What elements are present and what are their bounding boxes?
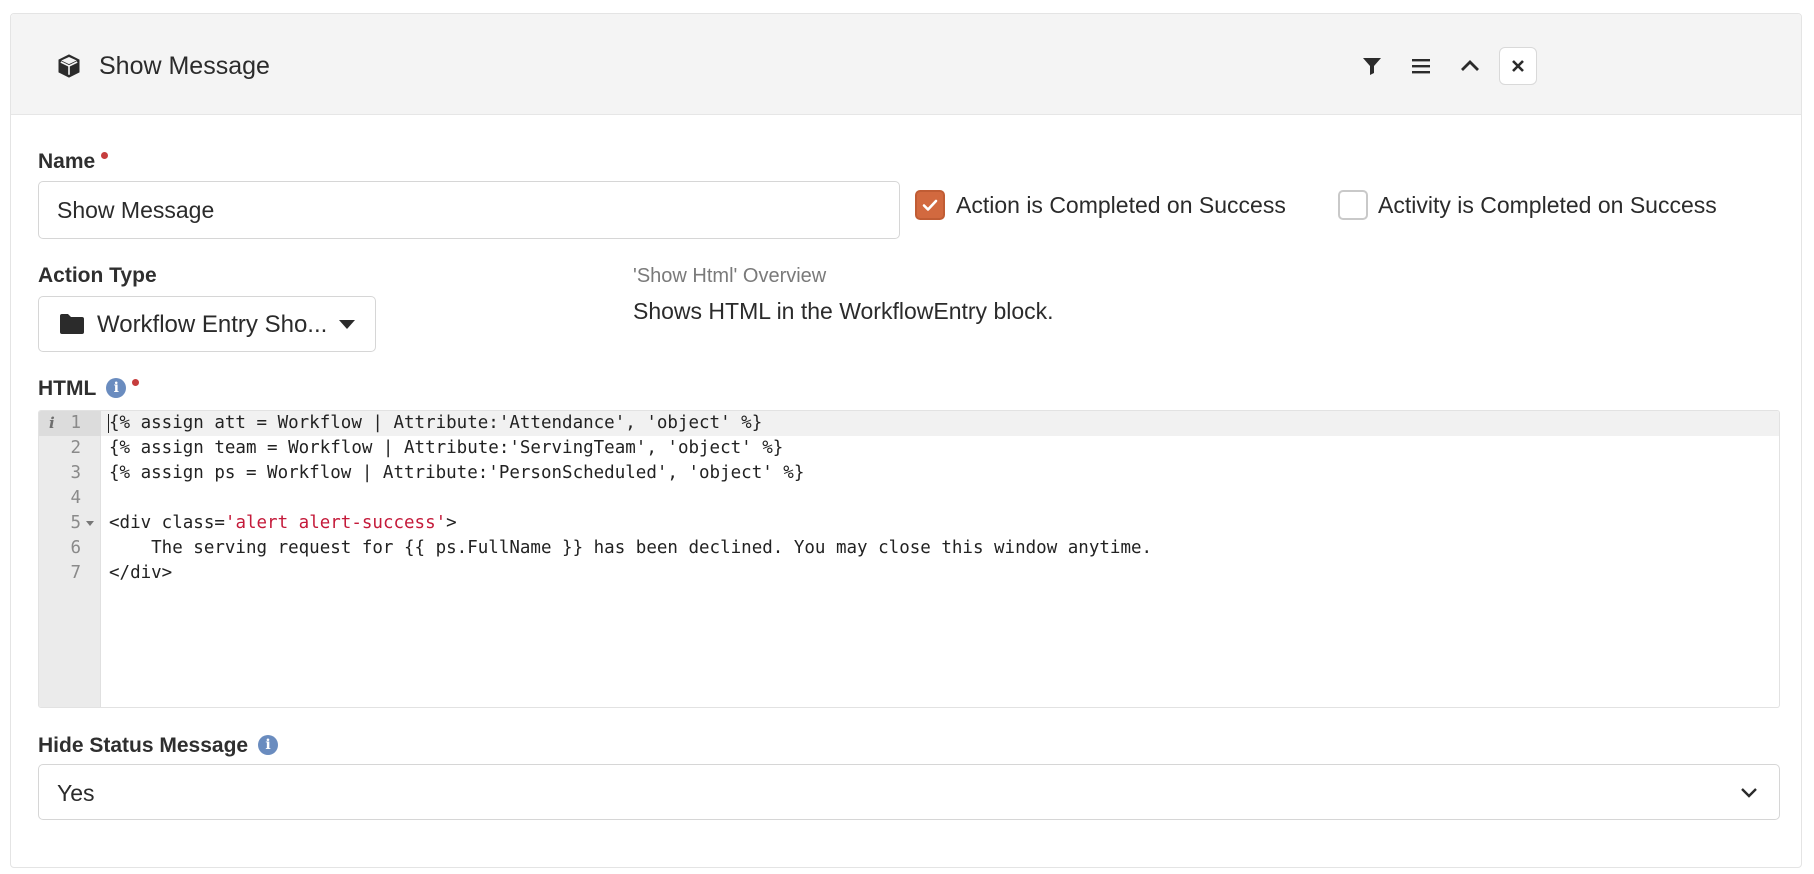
menu-icon <box>1412 59 1430 74</box>
line-number: 3 <box>70 463 81 483</box>
line-number: 6 <box>70 538 81 558</box>
activity-completed-checkbox[interactable] <box>1338 190 1368 220</box>
panel-header: Show Message <box>11 14 1801 115</box>
code-text: <div class='alert alert-success'> <box>109 513 457 533</box>
action-type-label: Action Type <box>38 264 157 287</box>
name-input[interactable] <box>38 181 900 239</box>
code-text: {% assign ps = Workflow | Attribute:'Per… <box>109 463 805 483</box>
code-line[interactable]: 7 </div> <box>39 561 1779 586</box>
chevron-up-icon <box>1461 60 1479 71</box>
hide-status-select[interactable]: Yes <box>38 764 1780 820</box>
required-indicator <box>132 379 140 386</box>
action-type-picker[interactable]: Workflow Entry Sho... <box>38 296 376 352</box>
activity-completed-label[interactable]: Activity is Completed on Success <box>1378 190 1717 220</box>
name-label: Name <box>38 149 109 175</box>
collapse-button[interactable] <box>1451 47 1489 85</box>
annotation-icon[interactable]: i <box>49 411 55 436</box>
code-text: </div> <box>109 563 173 583</box>
code-line[interactable]: 3 {% assign ps = Workflow | Attribute:'Pe… <box>39 461 1779 486</box>
code-line[interactable]: 4 <box>39 486 1779 511</box>
line-number: 2 <box>70 438 81 458</box>
caret-down-icon <box>339 320 355 329</box>
code-line[interactable]: 5 <div class='alert alert-success'> <box>39 511 1779 536</box>
overview-description: Shows HTML in the WorkflowEntry block. <box>633 298 1054 324</box>
cube-icon <box>55 52 83 80</box>
line-number: 7 <box>70 563 81 583</box>
code-line[interactable]: 1 i {% assign att = Workflow | Attribute:'… <box>39 411 1779 436</box>
info-icon[interactable]: i <box>258 734 279 755</box>
action-type-value: Workflow Entry Sho... <box>97 311 328 338</box>
code-text: {% assign att = Workflow | Attribute:'At… <box>109 413 763 433</box>
filter-icon <box>1363 58 1381 75</box>
required-indicator <box>101 152 109 159</box>
line-number: 5 <box>70 513 81 533</box>
close-button[interactable] <box>1499 47 1537 85</box>
menu-button[interactable] <box>1402 47 1440 85</box>
action-completed-label[interactable]: Action is Completed on Success <box>956 190 1286 220</box>
chevron-down-icon <box>1739 782 1759 807</box>
code-text: The serving request for {{ ps.FullName }… <box>109 538 1153 558</box>
fold-arrow-icon[interactable] <box>86 521 94 526</box>
filter-button[interactable] <box>1353 47 1391 85</box>
hide-status-value: Yes <box>57 780 95 806</box>
info-icon[interactable]: i <box>106 377 127 398</box>
line-number: 1 <box>70 413 81 433</box>
html-label: HTML i <box>38 376 140 402</box>
checkmark-icon <box>922 199 938 211</box>
line-number: 4 <box>70 488 81 508</box>
code-line[interactable]: 6 The serving request for {{ ps.FullName… <box>39 536 1779 561</box>
code-text: {% assign team = Workflow | Attribute:'S… <box>109 438 784 458</box>
hide-status-label: Hide Status Message i <box>38 733 279 759</box>
action-completed-checkbox[interactable] <box>915 190 945 220</box>
panel-title: Show Message <box>99 52 270 80</box>
folder-icon <box>59 313 85 340</box>
html-code-editor[interactable]: 1 i {% assign att = Workflow | Attribute:'… <box>38 410 1780 708</box>
overview-title: 'Show Html' Overview <box>633 265 827 287</box>
code-line[interactable]: 2 {% assign team = Workflow | Attribute:'… <box>39 436 1779 461</box>
close-icon <box>1512 60 1524 72</box>
